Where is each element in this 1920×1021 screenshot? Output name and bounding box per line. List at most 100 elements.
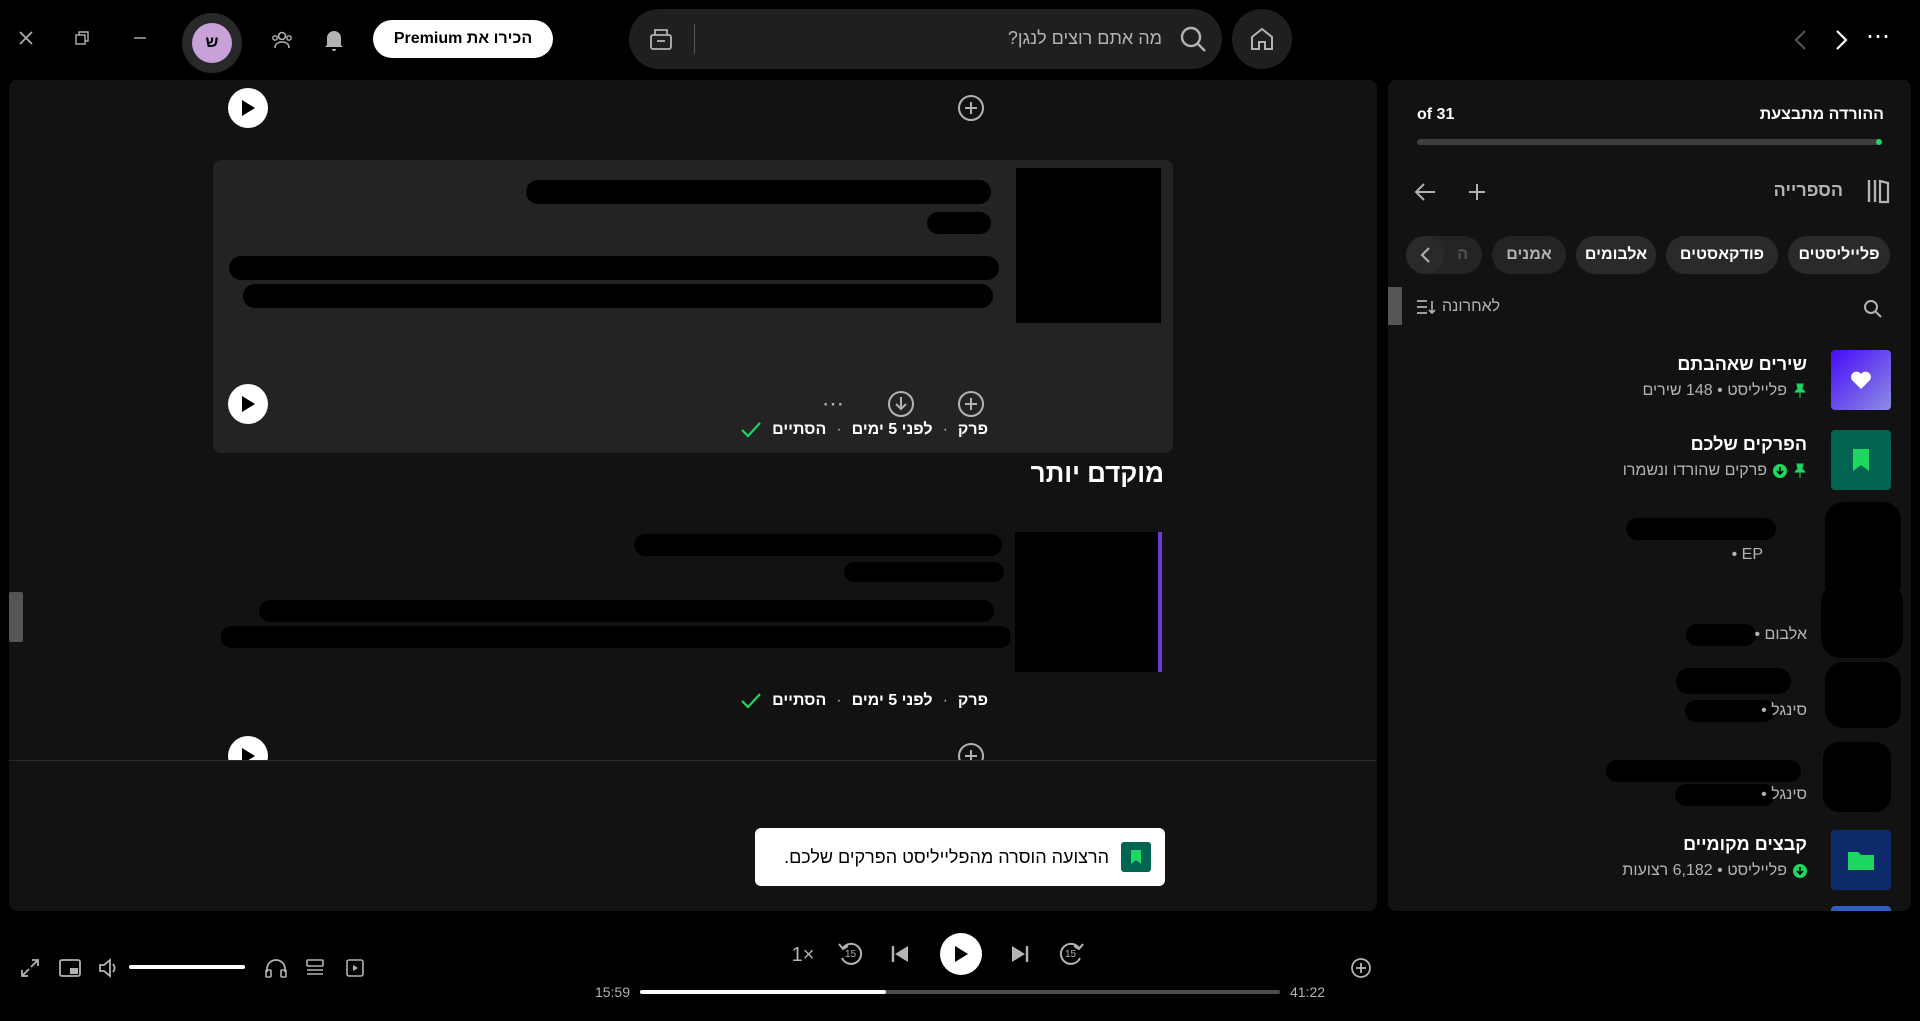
redacted-title: [1686, 624, 1756, 646]
list-item[interactable]: הפרקים שלכם פרקים שהורדו ונשמרו: [1388, 422, 1911, 498]
skip-back-button[interactable]: 15: [837, 940, 865, 968]
more-menu-button[interactable]: ⋯: [1862, 22, 1894, 50]
episode-cover: [1016, 168, 1161, 323]
search-bar[interactable]: מה אתם רוצים לנגן?: [629, 9, 1222, 69]
heart-icon: [1851, 371, 1871, 389]
notifications-button[interactable]: [320, 26, 348, 54]
list-item[interactable]: שירים שאהבתם פלייליסט • 148 שירים: [1388, 342, 1911, 418]
redacted-cover: [1821, 582, 1903, 658]
play-episode-button[interactable]: [228, 384, 268, 424]
search-library-button[interactable]: [1861, 297, 1885, 321]
premium-button[interactable]: הכירו את Premium: [373, 20, 553, 58]
connect-device-button[interactable]: [264, 956, 288, 980]
total-time: 41:22: [1290, 984, 1326, 1000]
redacted-description: [229, 256, 999, 280]
scroll-handle[interactable]: [9, 592, 23, 642]
list-item[interactable]: קבצים מקומיים פלייליסט • 6,182 רצועות: [1388, 822, 1911, 898]
episode-more-button[interactable]: ⋯: [817, 388, 849, 420]
next-button[interactable]: [1008, 942, 1032, 966]
restore-icon: [75, 31, 89, 45]
download-status: ההורדה מתבצעת: [1759, 106, 1884, 123]
episode-status: הסתיים: [772, 421, 827, 438]
filter-label: אלבומים: [1584, 246, 1648, 263]
close-icon: [19, 31, 33, 45]
friend-activity-button[interactable]: [268, 26, 296, 54]
episode-meta: פרק · לפני 5 ימים · הסתיים: [740, 421, 988, 439]
download-episode-button[interactable]: [885, 388, 917, 420]
create-button[interactable]: [1464, 179, 1490, 205]
play-icon: [242, 100, 255, 116]
episode-status: הסתיים: [772, 692, 827, 709]
next-item-cover-peek: [1831, 906, 1891, 911]
browse-button[interactable]: [647, 25, 675, 53]
playback-speed-button[interactable]: 1×: [788, 942, 818, 968]
filter-podcasts[interactable]: פודקאסטים: [1666, 236, 1778, 274]
headphones-icon: [265, 959, 287, 978]
search-input[interactable]: מה אתם רוצים לנגן?: [1008, 28, 1162, 49]
pin-icon: [1793, 383, 1807, 398]
filter-artists[interactable]: אמנים: [1492, 236, 1566, 274]
filter-label: פלייליסטים: [1798, 246, 1880, 263]
queue-button[interactable]: [303, 956, 327, 980]
progress-bar[interactable]: [640, 990, 1280, 994]
list-item[interactable]: אלבום •: [1388, 582, 1911, 658]
list-item[interactable]: EP •: [1388, 502, 1911, 602]
chevron-left-icon: [1420, 247, 1430, 263]
library-icon: [1867, 179, 1890, 204]
download-count: of 31: [1417, 106, 1455, 123]
close-window-button[interactable]: [14, 26, 38, 50]
add-circle-icon: [1351, 958, 1371, 978]
item-subtitle: אלבום •: [1754, 626, 1807, 643]
chevron-left-icon: [1794, 30, 1806, 50]
episode-card[interactable]: פרק · לפני 5 ימים · הסתיים ⋯: [213, 160, 1173, 453]
play-episode-button[interactable]: [228, 88, 268, 128]
skip-forward-button[interactable]: 15: [1057, 940, 1085, 968]
volume-fill: [129, 965, 245, 969]
premium-label: הכירו את Premium: [393, 30, 533, 47]
item-subtitle: סינגל •: [1761, 786, 1807, 803]
library-panel: ההורדה מתבצעת of 31 הספרייה פלייליסטים פ…: [1388, 80, 1911, 911]
avatar[interactable]: ש: [182, 13, 242, 73]
redacted-show: [927, 212, 991, 234]
filter-albums[interactable]: אלבומים: [1576, 236, 1656, 274]
forward-nav-button[interactable]: [1830, 26, 1854, 54]
play-pause-button[interactable]: [940, 933, 982, 975]
item-subtitle: פלייליסט • 148 שירים: [1642, 382, 1807, 400]
previous-button[interactable]: [888, 942, 912, 966]
sort-button[interactable]: לאחרונה: [1416, 298, 1500, 316]
filter-playlists[interactable]: פלייליסטים: [1788, 236, 1890, 274]
redacted-title: [1606, 760, 1801, 782]
back-nav-button[interactable]: [1788, 26, 1812, 54]
folder-icon: [1848, 852, 1874, 870]
now-playing-view-button[interactable]: [343, 956, 367, 980]
download-progress-fill: [1430, 139, 1882, 145]
filters-scroll-left[interactable]: [1406, 236, 1444, 274]
add-episode-button[interactable]: [955, 388, 987, 420]
download-icon: [888, 391, 914, 417]
miniplayer-button[interactable]: [58, 956, 82, 980]
list-item[interactable]: סינגל •: [1388, 742, 1911, 818]
fullscreen-button[interactable]: [18, 956, 42, 980]
expand-icon: [21, 959, 39, 977]
library-scrollbar[interactable]: [1388, 287, 1402, 325]
redacted-title: [1676, 668, 1791, 694]
volume-slider[interactable]: [129, 965, 245, 969]
list-item[interactable]: סינגל •: [1388, 662, 1911, 738]
redacted-title: [634, 534, 1002, 556]
save-to-library-button[interactable]: [1348, 955, 1374, 981]
mute-button[interactable]: [97, 956, 121, 980]
minimize-window-button[interactable]: [128, 26, 152, 50]
filter-label: אמנים: [1506, 246, 1552, 263]
redacted-description: [243, 284, 993, 308]
expand-library-button[interactable]: [1412, 179, 1438, 205]
collapse-library-button[interactable]: [1864, 176, 1894, 206]
home-button[interactable]: [1232, 9, 1292, 69]
now-playing-icon: [346, 959, 364, 977]
restore-window-button[interactable]: [70, 26, 94, 50]
avatar-letter: ש: [192, 23, 232, 63]
progress-fill: [640, 990, 887, 994]
play-icon: [955, 946, 968, 962]
add-episode-button[interactable]: [955, 92, 987, 124]
bookmark-icon: [1853, 449, 1869, 471]
library-title[interactable]: הספרייה: [1774, 180, 1843, 201]
